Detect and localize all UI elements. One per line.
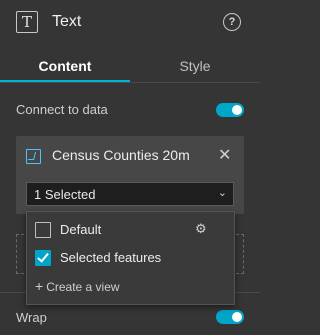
view-select[interactable]: 1 Selected ⌄ [26,182,234,206]
view-option-selected-features[interactable]: Selected features [35,247,225,269]
chevron-down-icon: ⌄ [217,187,227,199]
wrap-row: Wrap [16,309,244,327]
checkbox[interactable] [35,222,51,238]
widget-title: Text [52,13,82,30]
view-option-default[interactable]: Default ⚙ [35,219,225,241]
widget-header: T Text ? [0,0,260,48]
wrap-label: Wrap [16,310,47,325]
view-select-value: 1 Selected [34,187,96,202]
feature-layer-icon [26,149,41,164]
plus-icon: + [35,278,44,294]
tab-content[interactable]: Content [0,48,130,82]
connect-to-data-toggle[interactable] [216,103,244,117]
text-widget-icon: T [16,11,38,33]
toggle-knob [232,312,242,322]
checkbox-checked[interactable] [35,250,51,266]
text-widget-icon-glyph: T [21,12,32,31]
close-icon[interactable]: ✕ [218,145,231,165]
view-option-label: Selected features [60,250,162,265]
datasource-panel: Census Counties 20m ✕ 1 Selected ⌄ [16,136,244,214]
tab-style[interactable]: Style [130,48,260,82]
create-view-label: Create a view [46,280,120,294]
view-dropdown-menu: Default ⚙ Selected features + Create a vi… [26,211,235,305]
connect-to-data-label: Connect to data [16,102,108,117]
datasource-name: Census Counties 20m [52,147,190,163]
create-view-link[interactable]: + Create a view [35,278,120,294]
settings-tabs: Content Style [0,48,260,83]
help-icon[interactable]: ? [223,13,241,31]
toggle-knob [232,105,242,115]
wrap-toggle[interactable] [216,310,244,324]
connect-to-data-row: Connect to data [16,101,244,119]
gear-icon[interactable]: ⚙ [195,221,207,237]
view-option-label: Default [60,222,102,237]
